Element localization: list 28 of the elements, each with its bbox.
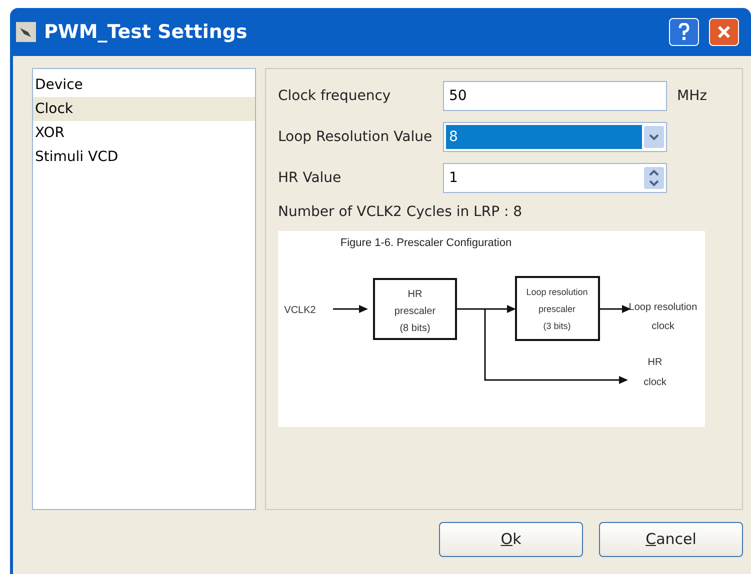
figure-title: Figure 1-6. Prescaler Configuration	[340, 237, 512, 249]
signal-label: HR clock	[644, 357, 666, 388]
help-button[interactable]	[669, 18, 699, 46]
spinner-field[interactable]: 1	[443, 163, 667, 193]
info-text: Number of VCLK2 Cycles in LRP : 8	[278, 203, 524, 222]
unit-label: MHz	[677, 86, 707, 106]
arrow	[333, 305, 368, 313]
dialog-button[interactable]: Ok	[439, 522, 583, 557]
dialog-button[interactable]: Cancel	[599, 522, 743, 557]
signal-label: VCLK2	[284, 305, 316, 316]
close-icon	[717, 25, 731, 39]
field-label: Clock frequency	[278, 86, 392, 106]
list-item[interactable]: XOR	[33, 121, 255, 145]
help-icon	[678, 23, 690, 41]
block-label: HR prescaler (8 bits)	[394, 289, 436, 334]
window-title: PWM_Test Settings	[44, 20, 248, 45]
spinner-arrows-icon[interactable]	[644, 167, 664, 189]
field-label: Loop Resolution Value	[278, 128, 434, 146]
field-label: HR Value	[278, 168, 342, 188]
close-button[interactable]	[709, 18, 739, 46]
text-field[interactable]: 50	[443, 81, 667, 111]
block-label: Loop resolution prescaler (3 bits)	[526, 287, 588, 331]
arrow	[599, 305, 631, 313]
list-item[interactable]: Stimuli VCD	[33, 145, 255, 169]
list-item[interactable]: Clock	[33, 97, 255, 121]
dropdown[interactable]: 8	[443, 122, 667, 152]
signal-label: Loop resolution clock	[628, 302, 698, 332]
list-item[interactable]: Device	[33, 73, 255, 97]
